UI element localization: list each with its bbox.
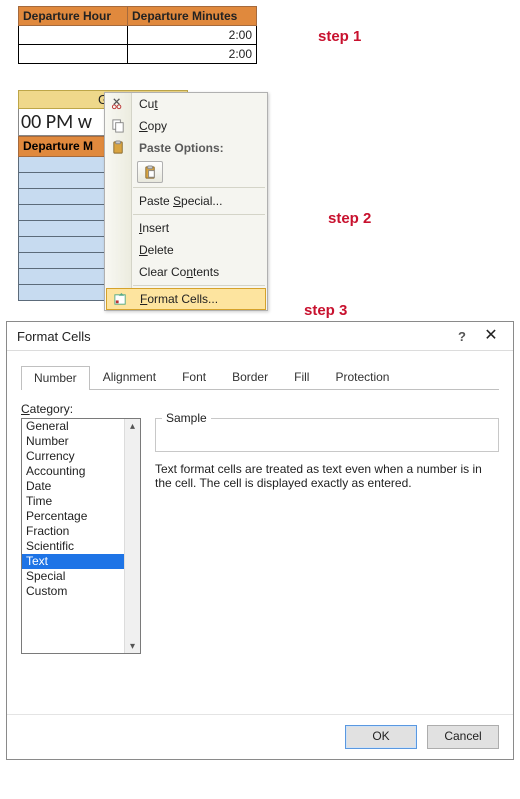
menu-label: Delete — [139, 243, 174, 257]
menu-separator — [133, 187, 265, 188]
table-row: 2:00 — [19, 45, 257, 64]
paste-icon — [110, 139, 127, 156]
category-item[interactable]: Scientific — [22, 539, 140, 554]
ok-button[interactable]: OK — [345, 725, 417, 749]
cut-icon — [110, 95, 127, 112]
menu-label: Format Cells... — [140, 292, 218, 306]
category-item[interactable]: General — [22, 419, 140, 434]
format-cells-dialog: Format Cells ? ✕ Number Alignment Font B… — [6, 321, 514, 760]
format-cells-icon — [112, 291, 129, 308]
cell[interactable]: 2:00 — [128, 26, 257, 45]
table-row: 2:00 — [19, 26, 257, 45]
menu-separator — [133, 214, 265, 215]
cancel-button[interactable]: Cancel — [427, 725, 499, 749]
tab-border[interactable]: Border — [219, 365, 281, 389]
cell[interactable] — [19, 26, 128, 45]
menu-copy[interactable]: Copy — [105, 115, 267, 137]
scrollbar[interactable]: ▴ ▾ — [124, 419, 140, 653]
clipboard-icon — [143, 165, 158, 180]
category-item[interactable]: Custom — [22, 584, 140, 599]
step-label-1: step 1 — [318, 28, 361, 45]
header-departure-minutes: Departure Minutes — [128, 7, 257, 26]
tab-alignment[interactable]: Alignment — [90, 365, 169, 389]
menu-label: Clear Contents — [139, 265, 219, 279]
cell[interactable]: 2:00 — [128, 45, 257, 64]
menu-cut[interactable]: Cut — [105, 93, 267, 115]
category-label: Category: — [21, 402, 141, 416]
close-button[interactable]: ✕ — [475, 328, 507, 344]
category-item[interactable]: Time — [22, 494, 140, 509]
scroll-down-icon[interactable]: ▾ — [125, 639, 140, 653]
category-item[interactable]: Currency — [22, 449, 140, 464]
tab-protection[interactable]: Protection — [322, 365, 402, 389]
sample-label: Sample — [162, 411, 211, 425]
menu-insert[interactable]: Insert — [105, 217, 267, 239]
scroll-up-icon[interactable]: ▴ — [125, 419, 140, 433]
departure-table: Departure Hour Departure Minutes 2:00 2:… — [18, 6, 257, 64]
category-item[interactable]: Percentage — [22, 509, 140, 524]
step-label-3: step 3 — [304, 302, 347, 319]
format-description: Text format cells are treated as text ev… — [155, 462, 499, 490]
dialog-tabs: Number Alignment Font Border Fill Protec… — [21, 365, 499, 390]
sample-box: Sample — [155, 418, 499, 452]
help-button[interactable]: ? — [453, 329, 471, 344]
step-label-2: step 2 — [328, 210, 371, 227]
tab-fill[interactable]: Fill — [281, 365, 322, 389]
menu-clear-contents[interactable]: Clear Contents — [105, 261, 267, 283]
category-listbox[interactable]: GeneralNumberCurrencyAccountingDateTimeP… — [21, 418, 141, 654]
step2-block: G 00 PM w Departure M — [18, 90, 520, 315]
menu-label: Cut — [139, 97, 158, 111]
dialog-titlebar: Format Cells ? ✕ — [7, 322, 513, 351]
category-item[interactable]: Accounting — [22, 464, 140, 479]
menu-format-cells[interactable]: Format Cells... — [106, 288, 266, 310]
menu-paste-special[interactable]: Paste Special... — [105, 190, 267, 212]
menu-delete[interactable]: Delete — [105, 239, 267, 261]
header-departure-hour: Departure Hour — [19, 7, 128, 26]
paste-default-button[interactable] — [137, 161, 163, 183]
menu-label: Paste Special... — [139, 194, 222, 208]
category-item[interactable]: Text — [22, 554, 140, 569]
category-item[interactable]: Date — [22, 479, 140, 494]
menu-label: Insert — [139, 221, 169, 235]
tab-number[interactable]: Number — [21, 366, 90, 390]
menu-separator — [133, 285, 265, 286]
context-menu: Cut Copy Paste Options: — [104, 92, 268, 311]
menu-label: Copy — [139, 119, 167, 133]
cell[interactable] — [19, 45, 128, 64]
menu-label: Paste Options: — [139, 141, 224, 155]
category-item[interactable]: Number — [22, 434, 140, 449]
category-item[interactable]: Special — [22, 569, 140, 584]
category-item[interactable]: Fraction — [22, 524, 140, 539]
dialog-title: Format Cells — [17, 329, 91, 344]
tab-font[interactable]: Font — [169, 365, 219, 389]
copy-icon — [110, 117, 127, 134]
menu-paste-options-header: Paste Options: — [105, 137, 267, 159]
